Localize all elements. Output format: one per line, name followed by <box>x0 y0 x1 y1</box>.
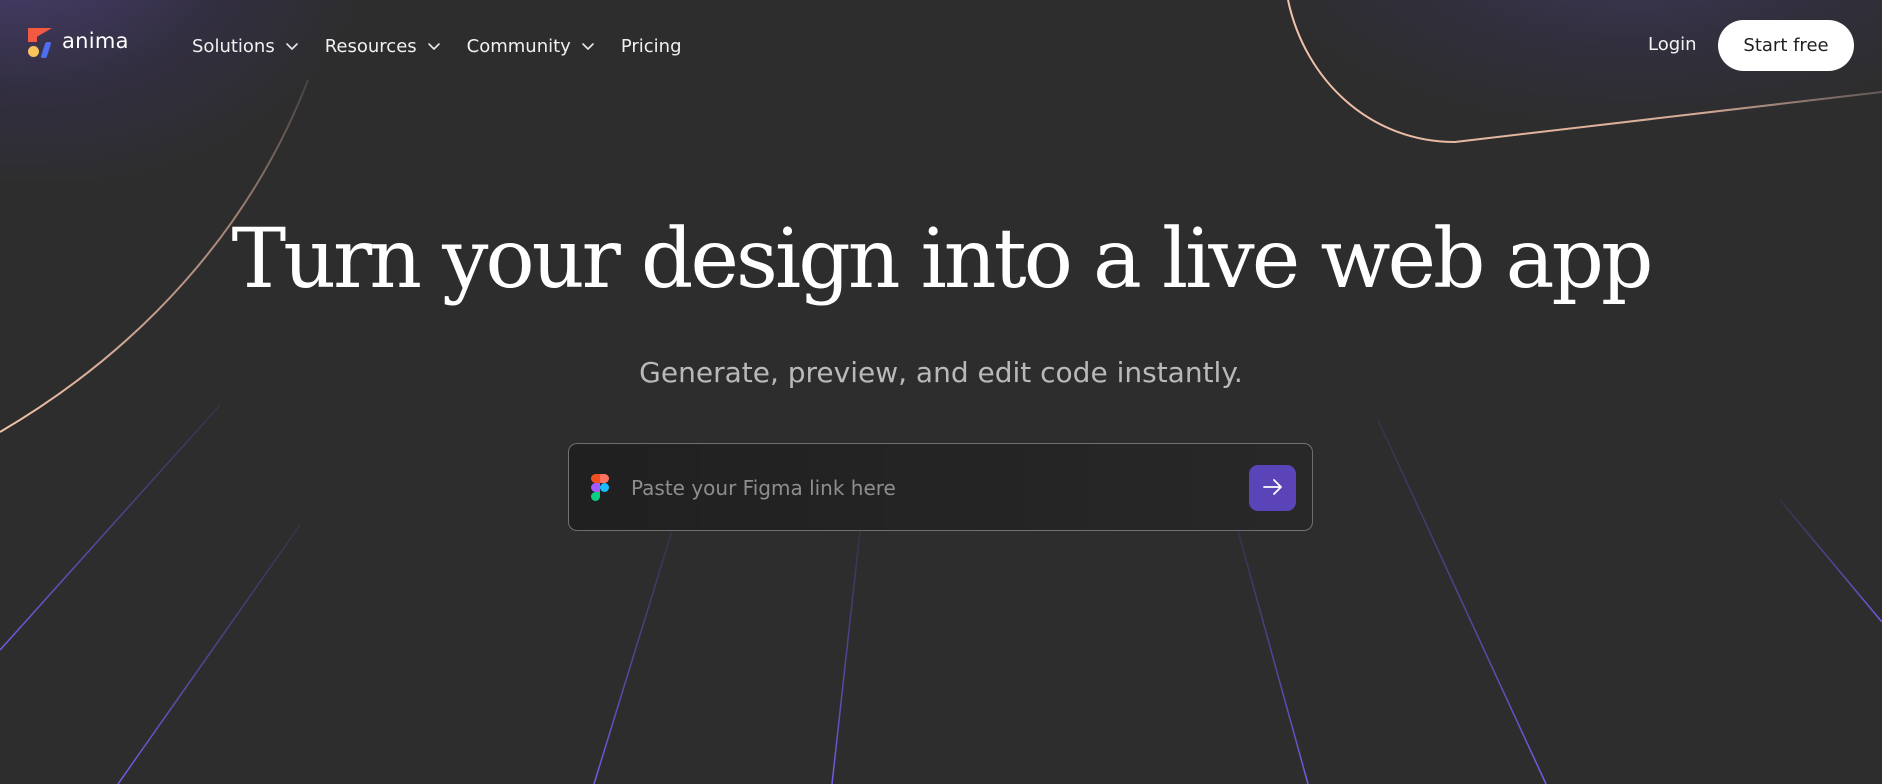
ray <box>831 530 861 784</box>
start-free-button[interactable]: Start free <box>1718 20 1854 71</box>
chevron-down-icon <box>285 39 299 53</box>
anima-logo[interactable]: anima <box>28 28 129 58</box>
ray <box>0 404 221 651</box>
nav-item-resources[interactable]: Resources <box>325 30 441 62</box>
page: anima Solutions Resources Community Pric… <box>0 0 1882 784</box>
anima-logo-icon <box>28 28 56 58</box>
nav-item-solutions[interactable]: Solutions <box>192 30 299 62</box>
chevron-down-icon <box>581 39 595 53</box>
hero-title: Turn your design into a live web app <box>231 212 1654 307</box>
nav-item-community[interactable]: Community <box>467 30 595 62</box>
login-link[interactable]: Login <box>1648 34 1697 55</box>
figma-link-form <box>568 443 1313 531</box>
nav-item-pricing[interactable]: Pricing <box>621 30 682 62</box>
figma-icon <box>591 474 609 502</box>
brand-name: anima <box>62 29 129 53</box>
nav-label: Pricing <box>620 35 682 57</box>
ray <box>1779 499 1882 623</box>
site-header: anima Solutions Resources Community Pric… <box>0 0 1882 92</box>
main-nav: Solutions Resources Community Pricing <box>192 30 682 62</box>
hero-subtitle: Generate, preview, and edit code instant… <box>639 356 1243 389</box>
decorative-lines <box>0 0 1882 784</box>
chevron-down-icon <box>427 39 441 53</box>
nav-label: Solutions <box>192 35 275 57</box>
ray <box>117 524 301 784</box>
nav-label: Resources <box>324 35 417 57</box>
nav-label: Community <box>466 35 571 57</box>
arrow-right-icon <box>1262 478 1284 499</box>
ray <box>1377 419 1547 784</box>
submit-link-button[interactable] <box>1249 465 1296 511</box>
ray <box>593 530 673 784</box>
figma-link-input[interactable] <box>629 466 1223 510</box>
ray <box>1237 530 1309 784</box>
